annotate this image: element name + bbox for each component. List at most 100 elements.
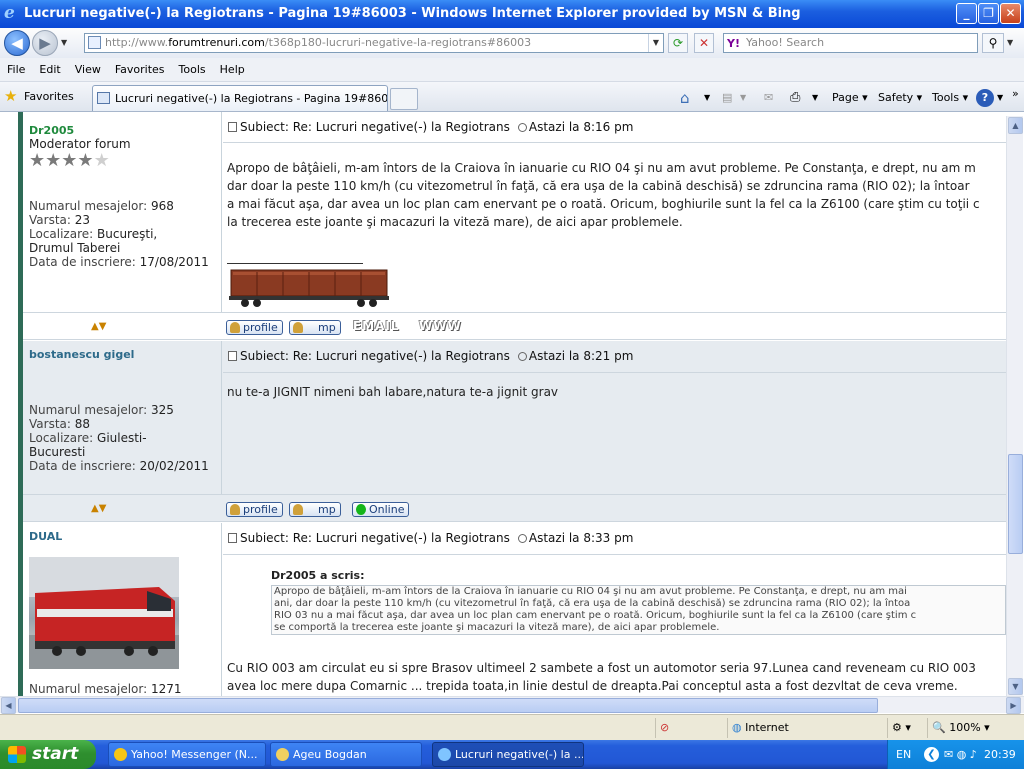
scroll-left-button[interactable]: ◀ [1,697,16,714]
more-commands-icon[interactable]: » [1012,84,1019,104]
ie-icon [438,748,451,761]
new-tab-button[interactable] [390,88,418,110]
menu-tools[interactable]: Tools [172,58,213,82]
profile-button[interactable]: profile [226,502,283,517]
quote-block: Dr2005 a scris: Apropo de bâţâieli, m-am… [271,569,1006,635]
up-down-arrows-icon[interactable]: ▲▼ [91,321,106,332]
user-location: Localizare: Giulesti- [29,431,147,445]
feeds-icon[interactable]: ▤ [722,88,732,108]
task-yahoo-messenger[interactable]: Yahoo! Messenger (N... [108,742,266,767]
protected-mode-icon[interactable]: ⚙ ▾ [887,718,925,738]
quote-text: Apropo de bâţâieli, m-am întors de la Cr… [271,585,1006,635]
menu-favorites[interactable]: Favorites [108,58,172,82]
url-dropdown-icon[interactable]: ▼ [648,34,663,52]
post-subject: Subiect: Re: Lucruri negative(-) la Regi… [228,531,633,545]
forum-post: bostanescu gigel Numarul mesajelor: 325 … [23,341,1006,494]
star-icon: ★ [61,150,78,171]
tab-page-icon [97,92,110,104]
pm-icon [293,504,303,515]
search-icon[interactable]: ⚲ [982,33,1004,53]
online-icon [356,504,366,515]
history-dropdown-icon[interactable]: ▼ [61,38,67,47]
menu-help[interactable]: Help [213,58,252,82]
clock-icon [517,123,527,132]
back-button[interactable]: ◀ [4,30,30,56]
favorites-bar: ★ Favorites Lucruri negative(-) la Regio… [0,82,1024,112]
quote-author: Dr2005 a scris: [271,569,365,582]
locomotive-image [29,557,179,669]
user-rank: Moderator forum [29,137,131,151]
home-icon[interactable]: ⌂ [680,88,690,108]
menu-bar: File Edit View Favorites Tools Help [0,58,1024,82]
favorites-button[interactable]: ★ Favorites [4,87,74,106]
up-down-arrows-icon[interactable]: ▲▼ [91,503,106,514]
scroll-right-button[interactable]: ▶ [1006,697,1021,714]
tray-icons[interactable]: ✉ ◍ ♪ [944,740,977,769]
url-input[interactable]: http://www.forumtrenuri.com/t368p180-luc… [84,33,664,53]
clock: 20:39 [984,748,1016,761]
post-divider [223,554,1006,555]
scroll-down-button[interactable]: ▼ [1008,678,1023,695]
vertical-scroll-thumb[interactable] [1008,454,1023,554]
post-body-panel: Subiect: Re: Lucruri negative(-) la Regi… [223,112,1006,312]
post-username[interactable]: Dr2005 [29,124,74,137]
help-dropdown-icon[interactable]: ▼ [997,88,1003,108]
horizontal-scroll-thumb[interactable] [18,698,878,713]
privacy-icon[interactable]: ⊘ [655,718,725,738]
minimize-button[interactable]: _ [956,3,977,24]
scroll-up-button[interactable]: ▲ [1008,117,1023,134]
tray-expand-icon[interactable]: ❮ [924,747,939,762]
user-messages: Numarul mesajelor: 968 [29,199,174,213]
clock-icon [517,534,527,543]
user-age: Varsta: 88 [29,417,91,431]
search-input[interactable]: Y! Yahoo! Search [723,33,978,53]
restore-button[interactable]: ❐ [978,3,999,24]
post-divider [223,142,1006,143]
print-icon[interactable]: ⎙ [790,88,800,108]
post-icon [228,351,237,361]
post-actions-row: ▲▼ profile mp Online [23,494,1006,522]
user-messages: Numarul mesajelor: 325 [29,403,174,417]
title-bar: e Lucruri negative(-) la Regiotrans - Pa… [0,0,1024,28]
stop-button[interactable]: ✕ [694,33,714,53]
start-button[interactable]: start [0,740,96,769]
forward-button[interactable]: ▶ [32,30,58,56]
menu-file[interactable]: File [0,58,32,82]
menu-edit[interactable]: Edit [32,58,67,82]
search-options-icon[interactable]: ▼ [1007,38,1013,47]
star-icon: ★ [77,150,94,171]
task-internet-explorer[interactable]: Lucruri negative(-) la ... [432,742,584,767]
home-dropdown-icon[interactable]: ▼ [704,88,710,108]
post-username[interactable]: DUAL [29,530,62,543]
user-messages: Numarul mesajelor: 1271 [29,682,182,696]
profile-button[interactable]: profile [226,320,283,335]
browser-tab[interactable]: Lucruri negative(-) la Regiotrans - Pagi… [92,85,388,111]
zoom-control[interactable]: 🔍 100% ▾ [927,718,1022,738]
close-button[interactable]: ✕ [1000,3,1021,24]
refresh-button[interactable]: ⟳ [668,33,688,53]
user-joined: Data de inscriere: 20/02/2011 [29,459,209,473]
vertical-scrollbar[interactable]: ▲ ▼ [1006,116,1023,696]
tools-menu-button[interactable]: Tools ▾ [932,88,968,108]
print-dropdown-icon[interactable]: ▼ [812,88,818,108]
horizontal-scrollbar[interactable]: ◀ ▶ [0,696,1024,714]
pm-button[interactable]: mp [289,320,341,335]
post-username[interactable]: bostanescu gigel [29,348,134,361]
safety-menu-button[interactable]: Safety ▾ [878,88,922,108]
task-ageu-bogdan[interactable]: Ageu Bogdan [270,742,422,767]
menu-view[interactable]: View [68,58,108,82]
page-icon [88,36,101,49]
email-button[interactable]: EMAIL [353,319,400,333]
mail-icon[interactable]: ✉ [764,88,773,108]
pm-button[interactable]: mp [289,502,341,517]
security-zone[interactable]: ◍ Internet [727,718,885,738]
language-indicator[interactable]: EN [896,740,911,769]
post-actions-row: ▲▼ profile mp EMAIL WWW [23,312,1006,340]
help-icon[interactable]: ? [976,89,994,107]
www-button[interactable]: WWW [419,319,462,333]
user-location: Localizare: Bucureşti, [29,227,158,241]
post-icon [228,122,237,132]
page-menu-button[interactable]: Page ▾ [832,88,868,108]
user-avatar [29,557,179,669]
feeds-dropdown-icon[interactable]: ▼ [740,88,746,108]
